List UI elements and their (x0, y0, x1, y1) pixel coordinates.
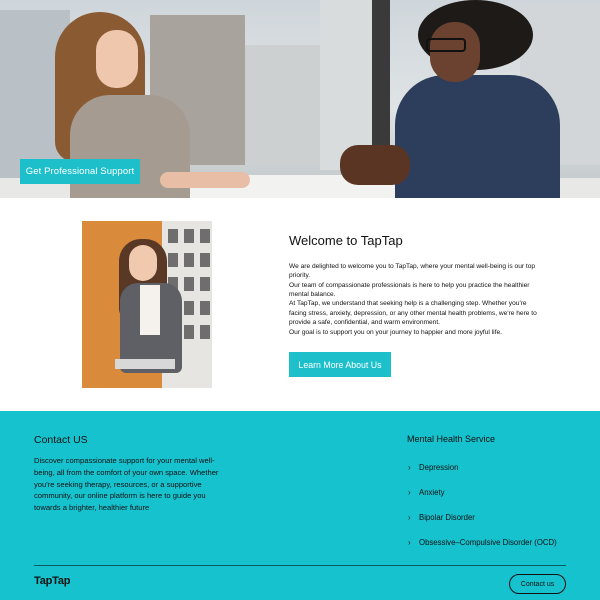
welcome-paragraph: Our team of compassionate professionals … (289, 281, 530, 299)
welcome-photo-window (184, 325, 194, 339)
hero-banner: Get Professional Support (0, 0, 600, 198)
contact-title: Contact US (34, 434, 88, 446)
hero-image-person-right-hands (340, 145, 410, 185)
get-professional-support-button[interactable]: Get Professional Support (20, 159, 140, 184)
welcome-photo-woman-shirt (140, 285, 160, 335)
hero-image-person-right-face (430, 22, 480, 82)
service-label: Bipolar Disorder (419, 513, 475, 522)
welcome-photo-window (200, 301, 210, 315)
chevron-right-icon: › (408, 463, 411, 472)
welcome-photo-window (200, 229, 210, 243)
welcome-title: Welcome to TapTap (289, 233, 403, 248)
hero-image-glasses (426, 38, 466, 52)
taptap-logo[interactable]: TapTap (34, 575, 70, 587)
welcome-photo-window (200, 277, 210, 291)
service-link-depression[interactable]: › Depression (408, 455, 557, 480)
welcome-photo-woman-face (129, 245, 157, 281)
welcome-photo-window (168, 229, 178, 243)
service-link-bipolar-disorder[interactable]: › Bipolar Disorder (408, 505, 557, 530)
welcome-photo-window (184, 229, 194, 243)
welcome-photo-laptop (115, 359, 175, 369)
welcome-paragraph: At TapTap, we understand that seeking he… (289, 300, 537, 327)
welcome-photo (82, 221, 212, 388)
hero-image-person-right-body (395, 75, 560, 198)
chevron-right-icon: › (408, 513, 411, 522)
hero-image-person-left-face (96, 30, 138, 88)
service-label: Obsessive–Compulsive Disorder (OCD) (419, 538, 557, 547)
hero-image-person-left-arm (160, 172, 250, 188)
service-label: Depression (419, 463, 459, 472)
service-link-anxiety[interactable]: › Anxiety (408, 480, 557, 505)
contact-us-button[interactable]: Contact us (509, 574, 566, 594)
welcome-photo-window (200, 325, 210, 339)
welcome-body: We are delighted to welcome you to TapTa… (289, 262, 541, 337)
service-link-ocd[interactable]: › Obsessive–Compulsive Disorder (OCD) (408, 530, 557, 555)
hero-image-building (245, 45, 325, 165)
services-title: Mental Health Service (407, 434, 496, 444)
learn-more-button[interactable]: Learn More About Us (289, 352, 391, 377)
footer: Contact US Discover compassionate suppor… (0, 411, 600, 600)
welcome-photo-window (184, 301, 194, 315)
footer-divider (34, 565, 566, 566)
contact-description: Discover compassionate support for your … (34, 456, 219, 513)
welcome-paragraph: Our goal is to support you on your journ… (289, 328, 502, 336)
welcome-photo-window (184, 277, 194, 291)
chevron-right-icon: › (408, 538, 411, 547)
chevron-right-icon: › (408, 488, 411, 497)
service-label: Anxiety (419, 488, 445, 497)
welcome-photo-window (168, 253, 178, 267)
welcome-photo-window (200, 253, 210, 267)
welcome-photo-window (184, 253, 194, 267)
welcome-paragraph: We are delighted to welcome you to TapTa… (289, 263, 536, 280)
services-list: › Depression › Anxiety › Bipolar Disorde… (408, 455, 557, 555)
